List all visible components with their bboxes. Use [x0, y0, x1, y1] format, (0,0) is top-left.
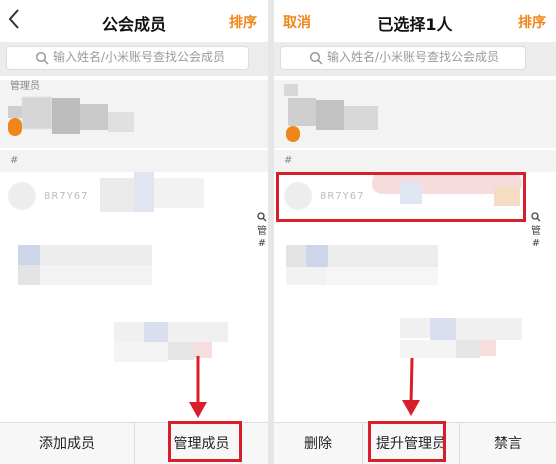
admin-blur-block — [316, 100, 344, 130]
blur-block — [480, 340, 496, 356]
side-index-item[interactable]: # — [256, 238, 268, 250]
left-screen: 公会成员 排序 管理员 # 8R7Y67 管 # — [0, 0, 268, 464]
search-bar — [0, 42, 268, 76]
sort-button[interactable]: 排序 — [518, 12, 546, 32]
avatar — [8, 182, 36, 210]
page-title: 公会成员 — [101, 15, 166, 34]
blur-block — [286, 245, 306, 267]
right-screen: 取消 已选择1人 排序 # 8R7Y67 管 # — [274, 0, 556, 464]
admin-blur-block — [52, 98, 80, 134]
admin-blur-block — [288, 98, 316, 126]
blur-block — [306, 245, 328, 267]
side-index-item[interactable]: 管 — [530, 226, 542, 238]
admin-blur-block — [108, 112, 134, 132]
sort-button[interactable]: 排序 — [229, 12, 257, 32]
section-header-admin: 管理员 — [0, 80, 268, 94]
search-bar — [274, 42, 556, 76]
add-member-button[interactable]: 添加成员 — [0, 423, 134, 464]
search-icon — [35, 51, 49, 65]
page-title: 已选择1人 — [377, 15, 453, 34]
section-header-hash: # — [274, 150, 556, 172]
search-box[interactable] — [6, 46, 249, 70]
blur-block — [400, 318, 430, 338]
highlight-box — [276, 172, 526, 222]
search-input[interactable] — [53, 50, 233, 64]
blur-block — [326, 267, 438, 285]
search-box[interactable] — [280, 46, 526, 70]
delete-button[interactable]: 删除 — [274, 423, 362, 464]
member-id: 8R7Y67 — [44, 191, 89, 202]
blur-block — [114, 342, 168, 362]
blur-block — [168, 322, 228, 342]
member-row[interactable]: 8R7Y67 — [0, 172, 268, 218]
blur-block — [114, 322, 144, 342]
side-index-item[interactable]: # — [530, 238, 542, 250]
admin-blur-block — [344, 106, 378, 130]
side-search-icon — [531, 212, 541, 222]
blur-block — [144, 322, 168, 342]
side-index[interactable]: 管 # — [530, 212, 542, 250]
highlight-box — [168, 421, 242, 462]
blur-block — [18, 265, 40, 285]
search-input[interactable] — [327, 50, 507, 64]
highlight-box — [368, 421, 446, 462]
blur-block — [18, 245, 40, 265]
admin-blur-block — [22, 97, 52, 129]
blur-block — [456, 318, 522, 340]
search-icon — [309, 51, 323, 65]
blur-block — [40, 245, 152, 265]
member-blur-block — [100, 178, 134, 212]
blur-block — [456, 340, 480, 358]
side-index-item[interactable]: 管 — [256, 226, 268, 238]
member-blur-block — [154, 178, 204, 208]
mute-button[interactable]: 禁言 — [460, 423, 556, 464]
admin-badge-icon — [286, 126, 300, 142]
blur-block — [286, 267, 326, 285]
header: 公会成员 排序 — [0, 0, 268, 42]
blur-block — [328, 245, 438, 267]
admin-blur-block — [8, 106, 22, 118]
blur-block — [430, 318, 456, 340]
red-arrow-icon — [189, 356, 207, 418]
side-search-icon — [257, 212, 267, 222]
admin-badge-icon — [8, 118, 22, 136]
side-index[interactable]: 管 # — [256, 212, 268, 250]
admin-blur-block — [284, 84, 298, 96]
admin-blur-block — [80, 104, 108, 130]
member-blur-block — [134, 172, 154, 212]
red-arrow-icon — [402, 357, 420, 416]
header: 取消 已选择1人 排序 — [274, 0, 556, 42]
section-header-hash: # — [0, 150, 268, 172]
blur-block — [40, 265, 152, 285]
